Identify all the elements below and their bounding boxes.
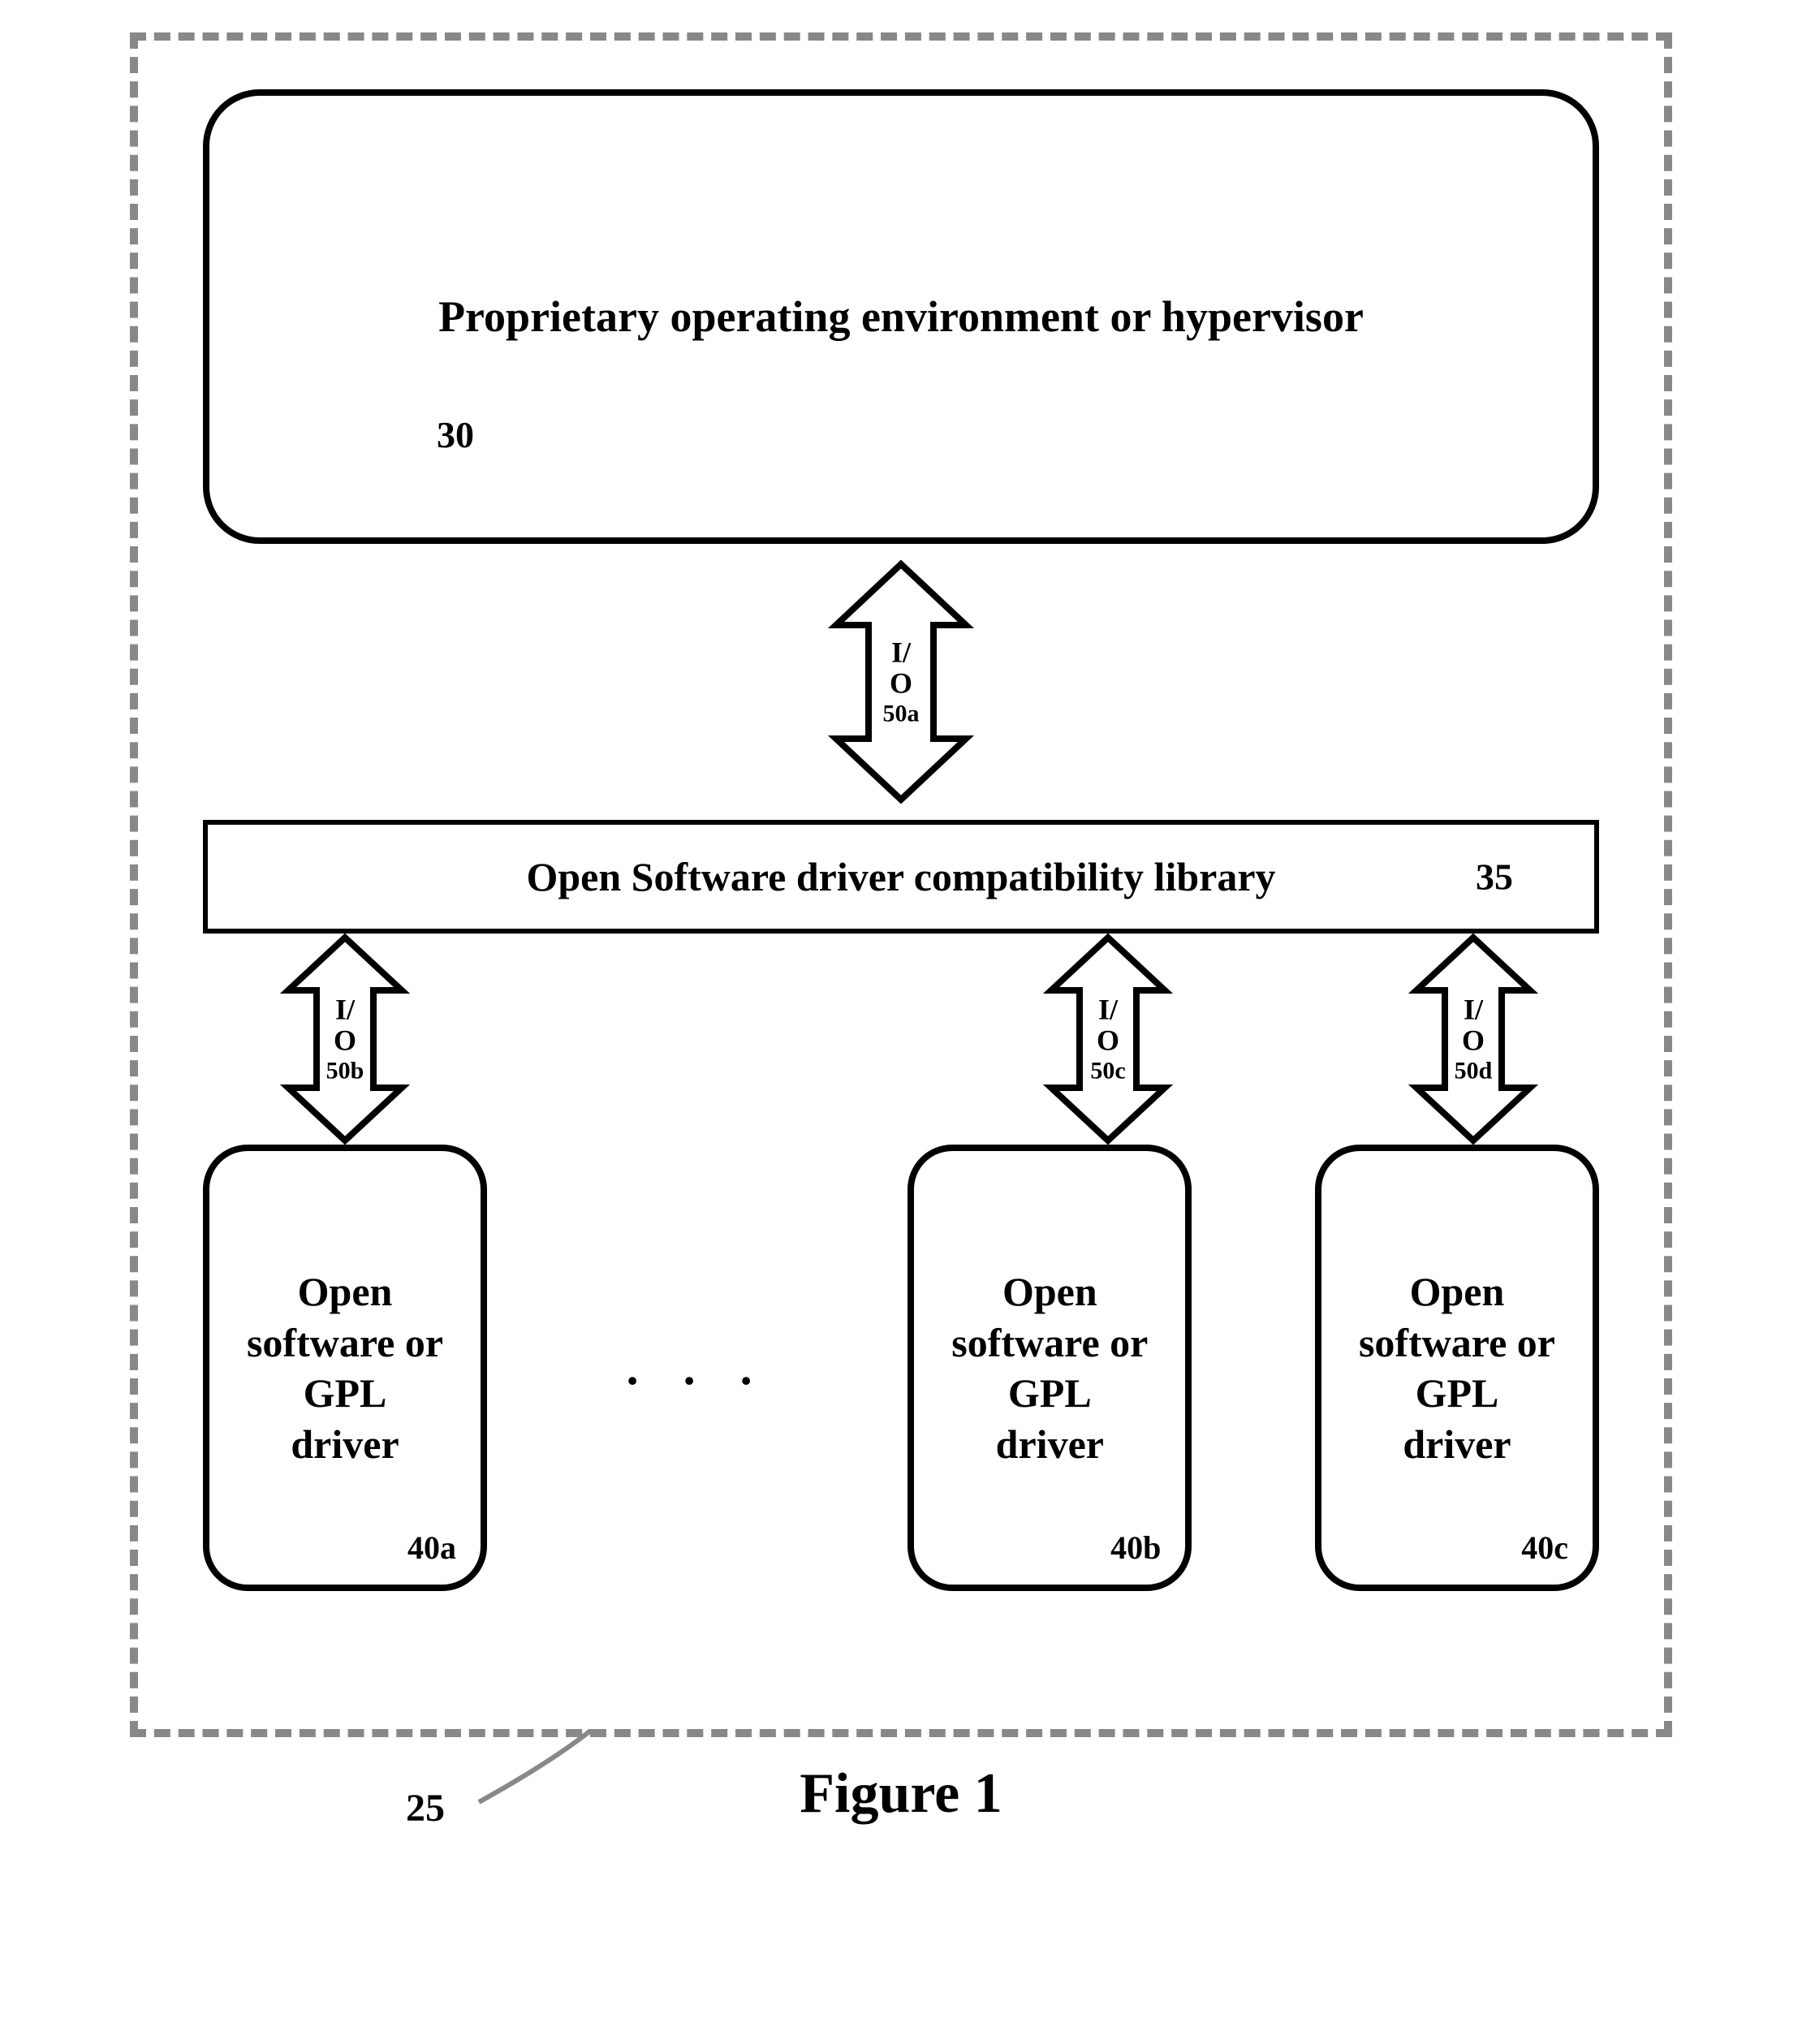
io-label-50a: I/ O 50a xyxy=(883,637,920,726)
library-box: Open Software driver compatibility libra… xyxy=(203,820,1599,934)
hypervisor-ref: 30 xyxy=(437,413,474,456)
io-arrow-50a: I/ O 50a xyxy=(820,560,982,804)
hypervisor-box: Proprietary operating environment or hyp… xyxy=(203,89,1599,544)
driver-ref-40b: 40b xyxy=(1110,1528,1161,1568)
hypervisor-title: Proprietary operating environment or hyp… xyxy=(438,291,1364,342)
driver-ref-40a: 40a xyxy=(407,1528,456,1568)
io-arrow-50d: I/ O 50d xyxy=(1408,934,1538,1145)
io-label-50b: I/ O 50b xyxy=(326,994,364,1083)
figure-caption: Figure 1 xyxy=(32,1762,1770,1826)
drivers-row: Open software or GPL driver 40a . . . Op… xyxy=(203,1145,1599,1591)
ellipsis: . . . xyxy=(627,1340,769,1396)
driver-box-40b: Open software or GPL driver 40b xyxy=(907,1145,1192,1591)
io-label-50c: I/ O 50c xyxy=(1090,994,1125,1083)
driver-box-40a: Open software or GPL driver 40a xyxy=(203,1145,487,1591)
library-title: Open Software driver compatibility libra… xyxy=(526,853,1275,900)
library-ref: 35 xyxy=(1476,856,1513,899)
io-arrow-50c: I/ O 50c xyxy=(1043,934,1173,1145)
outer-ref-label: 25 xyxy=(406,1786,445,1831)
pointer-line-icon xyxy=(471,1729,633,1826)
driver-ref-40c: 40c xyxy=(1521,1528,1568,1568)
io-label-50d: I/ O 50d xyxy=(1455,994,1493,1083)
driver-box-40c: Open software or GPL driver 40c xyxy=(1315,1145,1599,1591)
system-container: Proprietary operating environment or hyp… xyxy=(130,32,1672,1737)
io-arrow-50b: I/ O 50b xyxy=(280,934,410,1145)
